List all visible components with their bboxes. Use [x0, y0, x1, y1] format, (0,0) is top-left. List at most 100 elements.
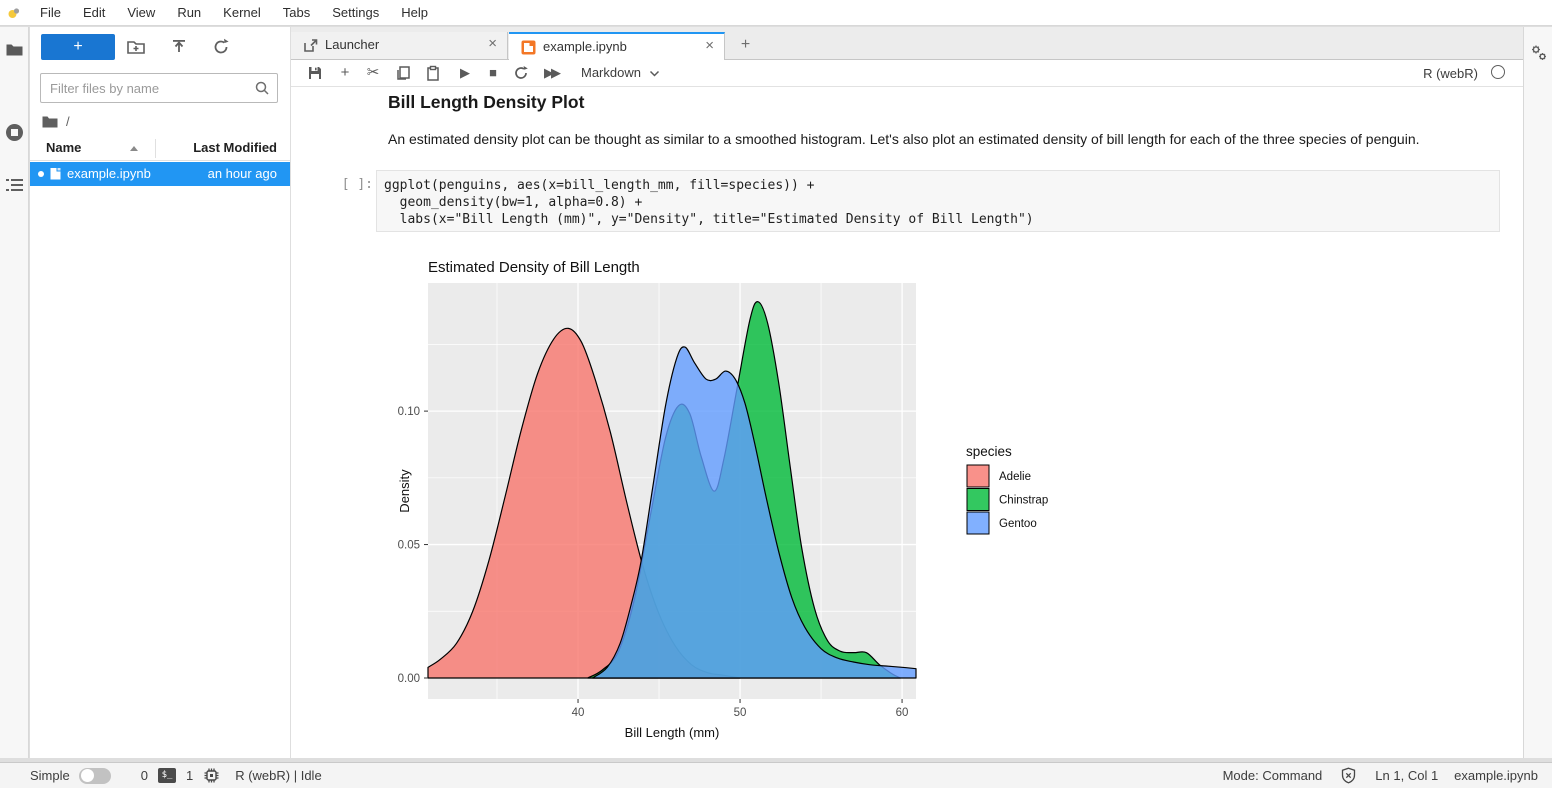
main-dock-panel: Launcher × example.ipynb × + + ✂ — [291, 27, 1523, 758]
stop-kernel-icon[interactable]: ■ — [485, 65, 501, 81]
file-name: example.ipynb — [67, 166, 151, 181]
trust-shield-icon[interactable] — [1340, 767, 1357, 784]
x-tick-label: 50 — [734, 707, 747, 719]
y-tick-label: 0.05 — [398, 540, 420, 552]
kernel-status-text[interactable]: R (webR) | Idle — [235, 768, 321, 783]
jupyterlab-window: File Edit View Run Kernel Tabs Settings … — [0, 0, 1552, 788]
cell-input-prompt: [ ]: — [331, 177, 373, 192]
breadcrumb-root: / — [66, 114, 70, 129]
restart-run-all-icon[interactable]: ▶▶ — [543, 65, 559, 81]
close-tab-icon[interactable]: × — [488, 35, 497, 52]
new-launcher-button[interactable]: + — [41, 34, 115, 60]
tab-launcher[interactable]: Launcher × — [291, 32, 508, 59]
copy-cells-icon[interactable] — [395, 65, 411, 81]
status-bar-left: Simple 0 $_ 1 R (webR) | Idle — [30, 763, 322, 788]
search-icon — [254, 80, 270, 96]
right-activity-bar — [1523, 27, 1552, 758]
legend-key-gentoo — [967, 512, 989, 534]
file-filter-box — [40, 73, 278, 103]
legend-key-adelie — [967, 465, 989, 487]
y-tick-label: 0.00 — [398, 673, 420, 685]
breadcrumb[interactable]: / — [42, 112, 70, 130]
refresh-icon[interactable] — [211, 37, 231, 57]
code-line: geom_density(bw=1, alpha=0.8) + — [384, 195, 642, 210]
mode-indicator[interactable]: Mode: Command — [1223, 768, 1323, 783]
tab-label: example.ipynb — [543, 39, 627, 54]
sort-ascending-icon — [130, 146, 138, 151]
column-divider — [155, 139, 156, 158]
kernel-count[interactable]: 1 — [186, 768, 193, 783]
simple-mode-label: Simple — [30, 768, 70, 783]
menu-item-run[interactable]: Run — [166, 0, 212, 25]
running-dot — [38, 171, 44, 177]
file-browser-icon[interactable] — [5, 40, 24, 59]
file-list-header: Name Last Modified — [30, 137, 290, 161]
plot-title: Estimated Density of Bill Length — [428, 259, 640, 276]
x-tick-label: 40 — [572, 707, 585, 719]
status-bar: Simple 0 $_ 1 R (webR) | Idle Mode: Comm… — [0, 762, 1552, 788]
cut-cells-icon[interactable]: ✂ — [365, 65, 381, 81]
y-tick-label: 0.10 — [398, 406, 420, 418]
cell-output-plot: 0.00 0.05 0.10 40 50 60 Estimated Density of B… — [386, 250, 1166, 750]
legend-title: species — [966, 444, 1012, 459]
property-inspector-gears-icon[interactable] — [1529, 43, 1549, 63]
running-kernels-icon[interactable] — [5, 123, 24, 142]
menu-item-file[interactable]: File — [29, 0, 72, 25]
cursor-position[interactable]: Ln 1, Col 1 — [1375, 768, 1438, 783]
terminal-count[interactable]: 0 — [141, 768, 148, 783]
markdown-paragraph[interactable]: An estimated density plot can be thought… — [388, 131, 1488, 147]
left-activity-bar — [0, 27, 29, 758]
x-tick-label: 60 — [896, 707, 909, 719]
notebook-content: Bill Length Density Plot An estimated de… — [291, 88, 1523, 758]
restart-kernel-icon[interactable] — [513, 65, 529, 81]
run-cell-icon[interactable]: ▶ — [457, 65, 473, 81]
save-icon[interactable] — [307, 65, 323, 81]
file-filter-input[interactable] — [50, 75, 250, 101]
kernel-status-icon[interactable] — [1491, 65, 1505, 79]
menu-bar: File Edit View Run Kernel Tabs Settings … — [0, 0, 1552, 26]
paste-cells-icon[interactable] — [425, 65, 441, 81]
tab-example-ipynb[interactable]: example.ipynb × — [509, 32, 725, 60]
menu-item-settings[interactable]: Settings — [321, 0, 390, 25]
kernel-name-button[interactable]: R (webR) — [1423, 66, 1478, 81]
chevron-down-icon — [649, 68, 660, 79]
add-cell-icon[interactable]: + — [337, 65, 353, 81]
home-folder-icon — [42, 115, 58, 128]
terminal-icon: $_ — [158, 768, 176, 783]
column-name[interactable]: Name — [46, 140, 81, 155]
legend-label: Chinstrap — [999, 495, 1048, 507]
menu-item-edit[interactable]: Edit — [72, 0, 116, 25]
notebook-file-icon — [521, 40, 536, 55]
cell-type-dropdown[interactable]: Markdown — [581, 65, 641, 80]
density-plot-svg: 0.00 0.05 0.10 40 50 60 Estimated Density of B… — [386, 250, 1166, 750]
tab-bar: Launcher × example.ipynb × + — [291, 27, 1523, 60]
menu-item-view[interactable]: View — [116, 0, 166, 25]
kernel-chip-icon — [203, 767, 220, 784]
file-browser-panel: + / Name — [30, 27, 290, 758]
markdown-heading[interactable]: Bill Length Density Plot — [388, 92, 584, 113]
y-axis-label: Density — [397, 469, 412, 513]
notebook-file-icon — [48, 166, 63, 181]
legend-key-chinstrap — [967, 489, 989, 511]
menu-item-kernel[interactable]: Kernel — [212, 0, 272, 25]
column-last-modified[interactable]: Last Modified — [193, 140, 277, 155]
code-cell-editor[interactable]: ggplot(penguins, aes(x=bill_length_mm, f… — [376, 170, 1500, 232]
launcher-icon — [303, 38, 318, 53]
legend-label: Gentoo — [999, 518, 1037, 530]
add-tab-button[interactable]: + — [732, 32, 759, 59]
app-logo-icon — [8, 7, 20, 19]
code-line: ggplot(penguins, aes(x=bill_length_mm, f… — [384, 178, 814, 193]
code-line: labs(x="Bill Length (mm)", y="Density", … — [384, 212, 1034, 227]
menu-item-tabs[interactable]: Tabs — [272, 0, 321, 25]
status-bar-right: Mode: Command Ln 1, Col 1 example.ipynb — [1223, 763, 1538, 788]
tab-label: Launcher — [325, 37, 379, 52]
menu-item-help[interactable]: Help — [390, 0, 439, 25]
notebook-toolbar: + ✂ ▶ ■ ▶▶ Markdown R (webR) — [291, 60, 1523, 87]
new-folder-icon[interactable] — [126, 37, 146, 57]
simple-mode-toggle[interactable] — [79, 768, 111, 784]
close-tab-icon[interactable]: × — [705, 37, 714, 54]
file-row-selected[interactable]: example.ipynb an hour ago — [30, 162, 290, 186]
table-of-contents-icon[interactable] — [5, 175, 24, 194]
active-file-name[interactable]: example.ipynb — [1454, 768, 1538, 783]
upload-icon[interactable] — [169, 37, 189, 57]
